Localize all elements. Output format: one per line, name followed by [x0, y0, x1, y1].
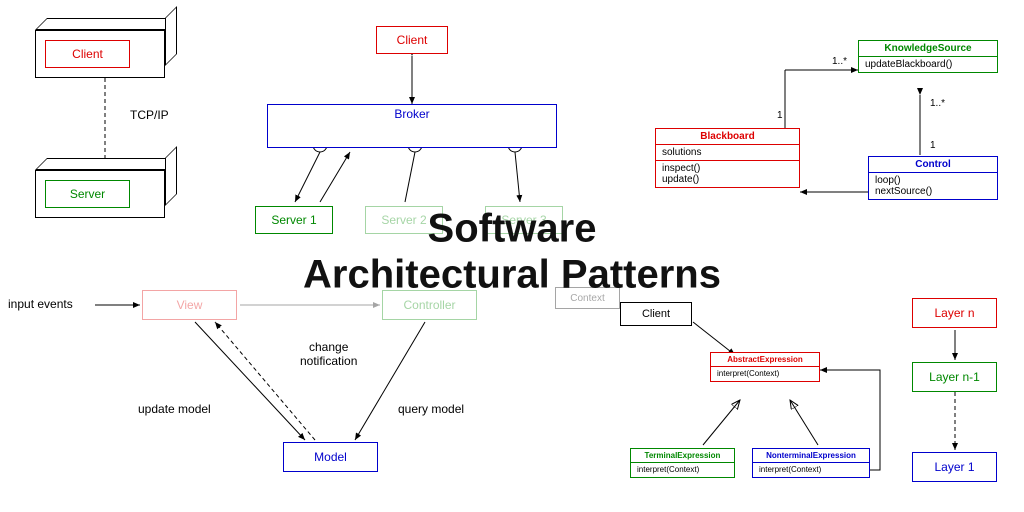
uml-abstract: AbstractExpression interpret(Context) [710, 352, 820, 382]
mvc-input-label: input events [8, 297, 73, 311]
server-box: Server [45, 180, 130, 208]
layer-n: Layer n [912, 298, 997, 328]
mult-many-b: 1..* [930, 98, 945, 109]
interp-client: Client [620, 302, 692, 326]
mult-1b: 1 [930, 140, 936, 151]
client-box: Client [45, 40, 130, 68]
tcpip-label: TCP/IP [130, 108, 169, 122]
mvc-view: View [142, 290, 237, 320]
mult-1a: 1 [777, 110, 783, 121]
mvc-query-label: query model [398, 402, 464, 416]
uml-control: Control loop() nextSource() [868, 156, 998, 200]
layer-1: Layer 1 [912, 452, 997, 482]
layer-n1: Layer n-1 [912, 362, 997, 392]
client-cube: Client [35, 30, 165, 78]
broker-client: Client [376, 26, 448, 54]
mvc-model: Model [283, 442, 378, 472]
page-title: Software Architectural Patterns [303, 205, 721, 297]
server-cube: Server [35, 170, 165, 218]
mvc-update-label: update model [138, 402, 211, 416]
mvc-change-label: change notification [300, 340, 357, 368]
broker-box: Broker [267, 104, 557, 148]
uml-knowledge: KnowledgeSource updateBlackboard() [858, 40, 998, 73]
mult-many-a: 1..* [832, 56, 847, 67]
uml-nonterminal: NonterminalExpression interpret(Context) [752, 448, 870, 478]
uml-blackboard: Blackboard solutions inspect() update() [655, 128, 800, 188]
uml-terminal: TerminalExpression interpret(Context) [630, 448, 735, 478]
